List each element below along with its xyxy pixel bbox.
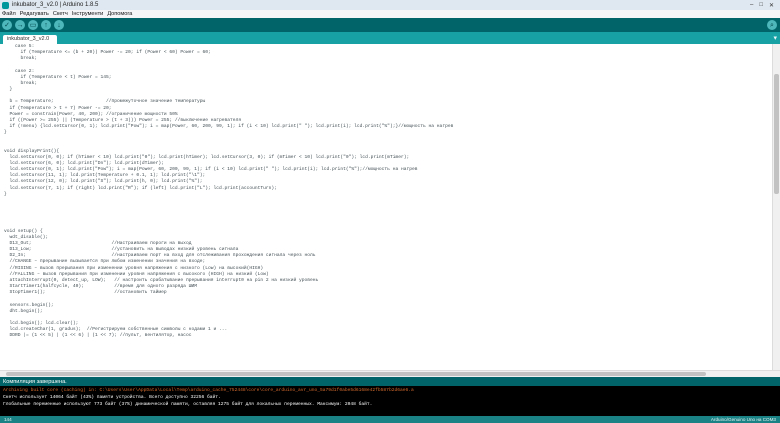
arrow-right-icon: → [16,21,24,29]
tab-menu-icon[interactable]: ▾ [773,34,777,42]
vertical-scrollbar[interactable] [772,44,780,370]
close-icon[interactable]: ✕ [769,2,774,9]
code-editor[interactable]: case 5: if (Temperature <= (b + 20)) Pow… [0,44,772,370]
menu-tools[interactable]: Інструменти [72,11,104,17]
footer-bar: 144 Arduino/Genuino Uno на COM3 [0,416,780,423]
menu-edit[interactable]: Редагувать [20,11,49,17]
vertical-scroll-thumb[interactable] [774,74,779,194]
toolbar: ✓ → ▭ ↑ ↓ ⌕ [0,18,780,32]
status-message: Компиляция завершена. [3,378,67,385]
window-controls: – □ ✕ [750,2,780,9]
new-file-icon: ▭ [29,21,37,29]
code-line[interactable]: DDRD |= (1 << 5) | (1 << 6) | (1 << 7); … [4,333,772,339]
arrow-down-icon: ↓ [57,21,61,29]
verify-button[interactable]: ✓ [2,20,12,30]
console-output[interactable]: Archiving built core (caching) in: C:\Us… [0,386,780,416]
magnifier-icon: ⌕ [770,21,774,29]
window-title: inkubator_3_v2.0 | Arduino 1.8.5 [12,2,99,8]
console-line: Скетч использует 14064 байт (43%) памяти… [3,395,221,400]
console-line: Archiving built core (caching) in: C:\Us… [3,388,414,393]
tab-bar: inkubator_3_v2.0 ▾ [0,32,780,44]
arrow-up-icon: ↑ [44,21,48,29]
save-button[interactable]: ↓ [54,20,64,30]
new-button[interactable]: ▭ [28,20,38,30]
minimize-icon[interactable]: – [750,2,753,9]
tab-inkubator[interactable]: inkubator_3_v2.0 [3,35,58,44]
upload-button[interactable]: → [15,20,25,30]
line-number: 144 [4,417,12,422]
menu-file[interactable]: Файл [2,11,16,17]
console-line: Глобальные переменные используют 773 бай… [3,402,373,407]
serial-monitor-button[interactable]: ⌕ [767,20,777,30]
menu-sketch[interactable]: Скетч [53,11,68,17]
board-port: Arduino/Genuino Uno на COM3 [710,417,776,422]
title-bar: inkubator_3_v2.0 | Arduino 1.8.5 – □ ✕ [0,0,780,10]
open-button[interactable]: ↑ [41,20,51,30]
code-area[interactable]: case 5: if (Temperature <= (b + 20)) Pow… [0,44,772,340]
checkmark-icon: ✓ [4,21,10,29]
maximize-icon[interactable]: □ [759,2,763,9]
menu-help[interactable]: Допомога [107,11,132,17]
arduino-app-icon [2,1,9,9]
horizontal-scroll-thumb[interactable] [6,372,706,376]
status-bar: Компиляция завершена. [0,377,780,386]
menu-bar: Файл Редагувать Скетч Інструменти Допомо… [0,10,780,18]
horizontal-scrollbar[interactable] [0,370,780,377]
